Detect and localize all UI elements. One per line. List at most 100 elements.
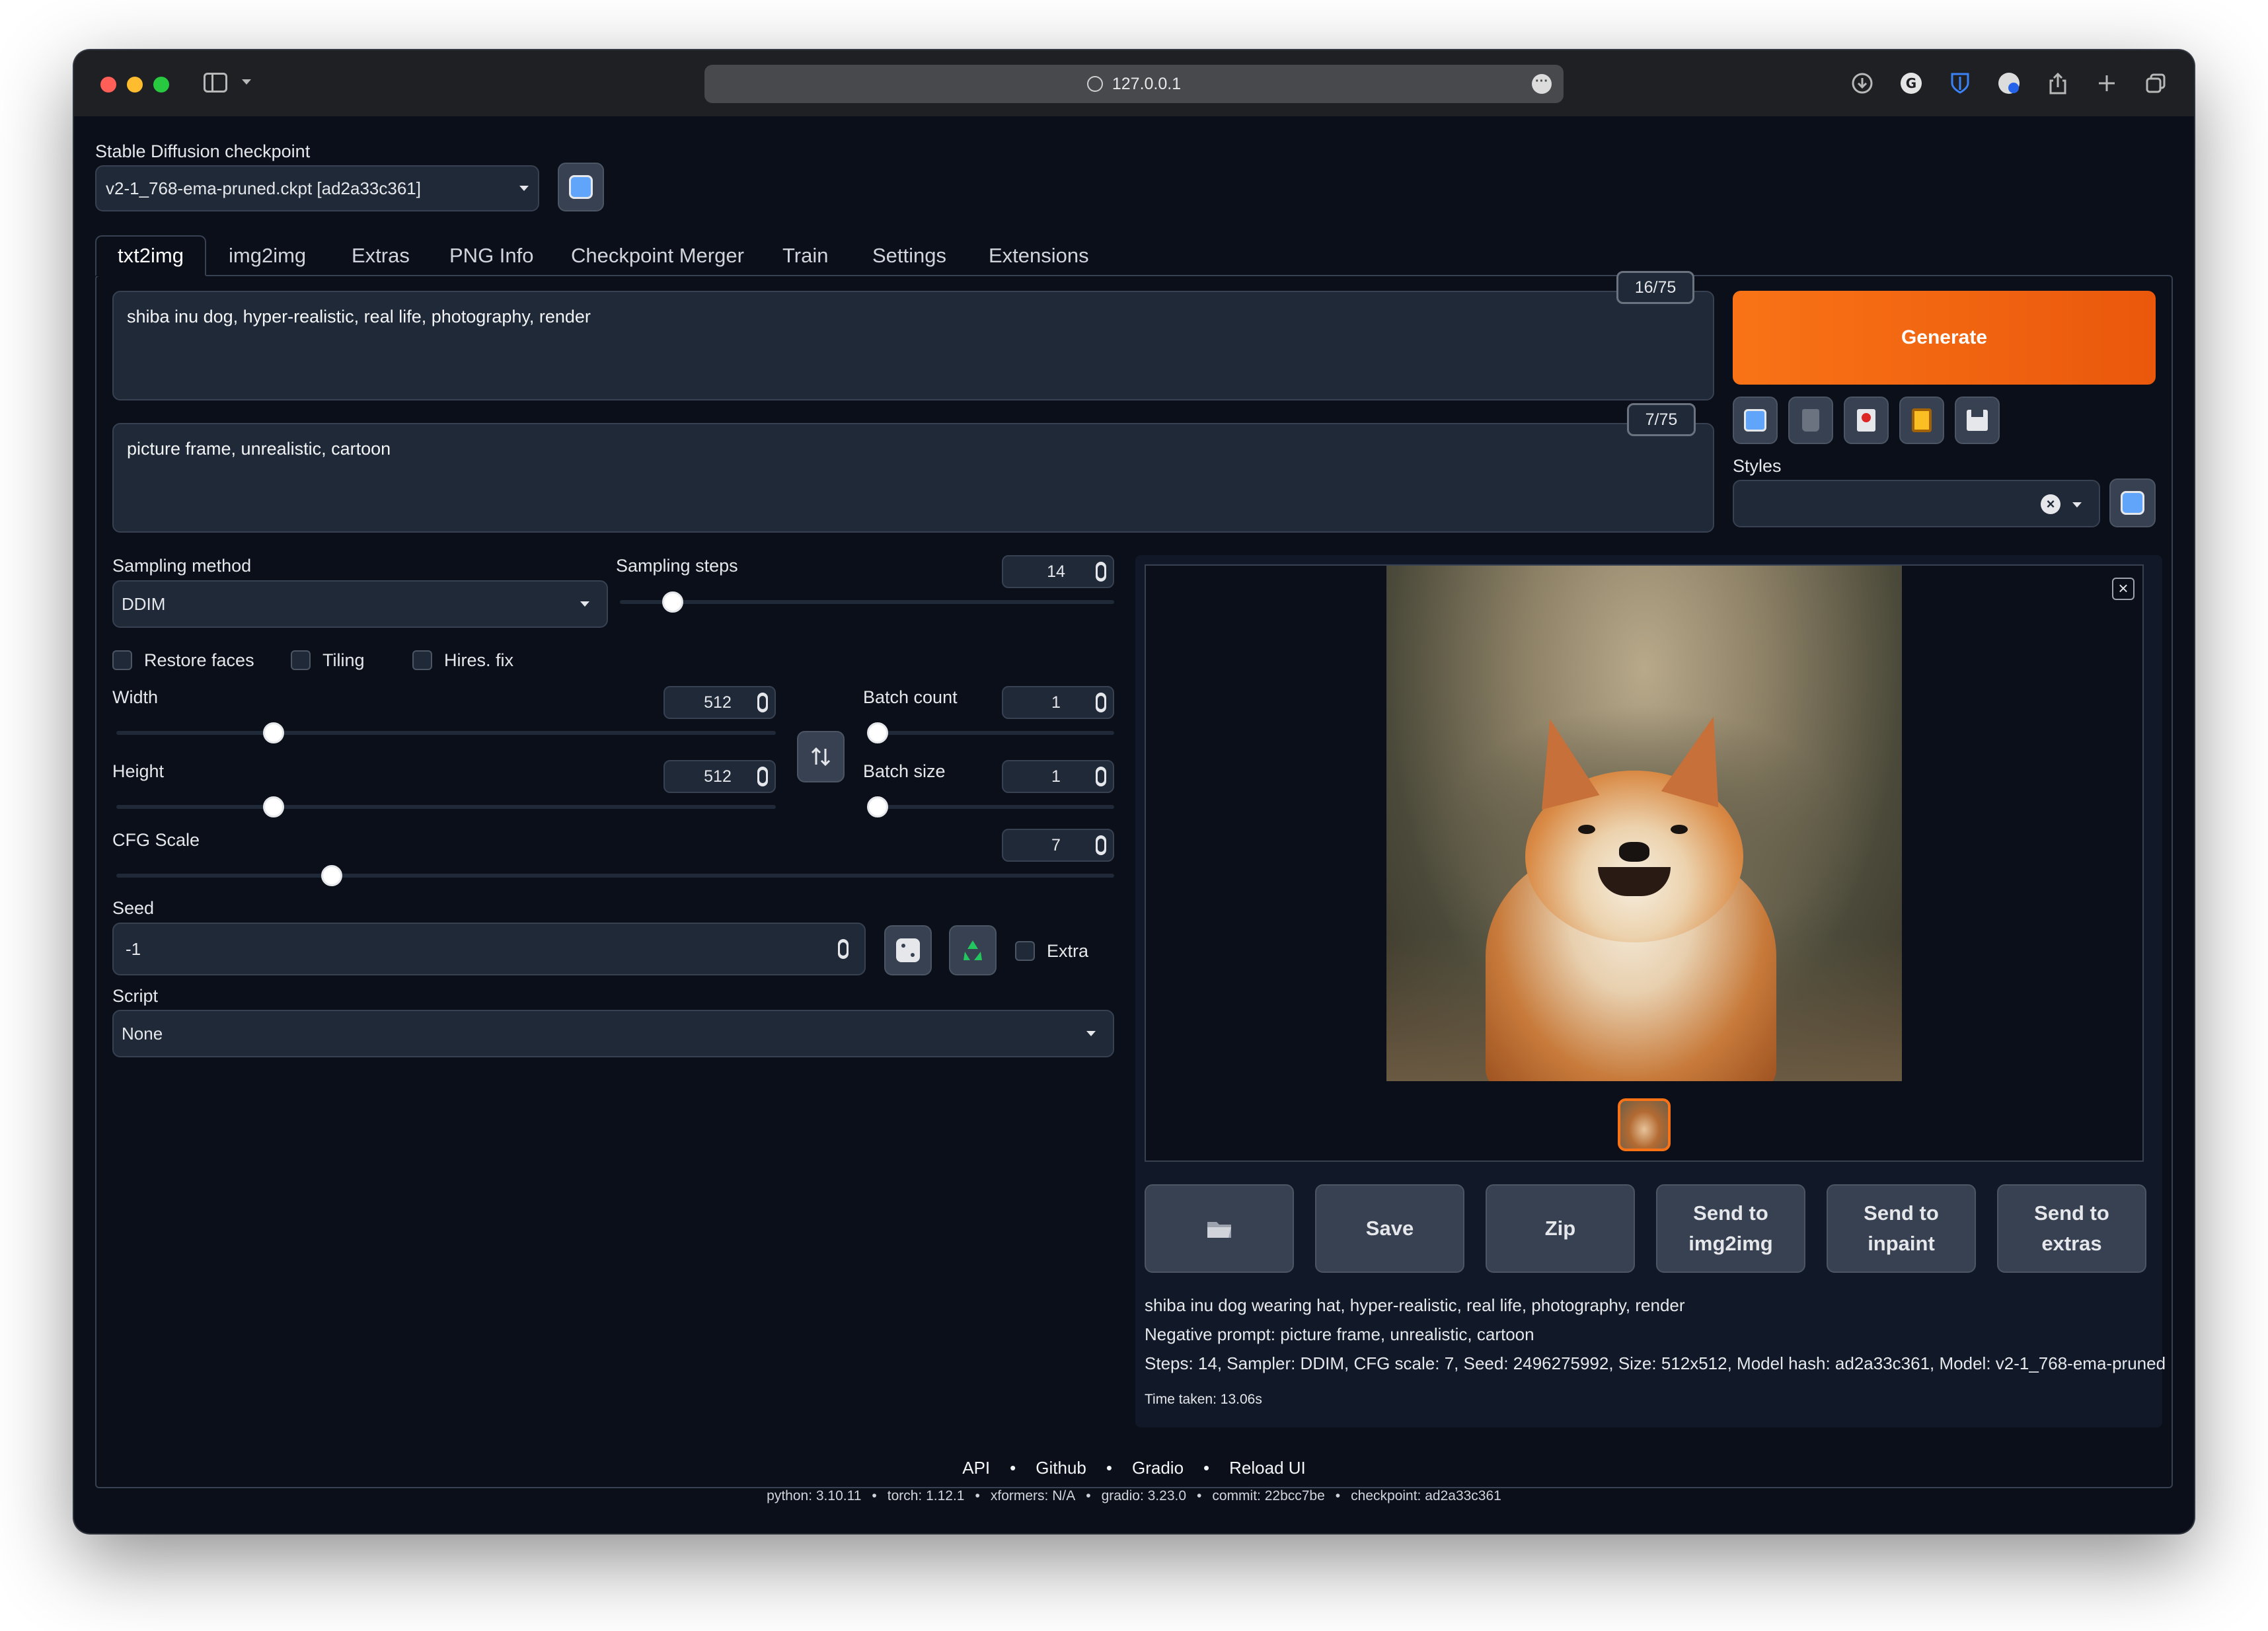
github-link[interactable]: Github xyxy=(1036,1458,1086,1478)
seed-input[interactable]: -1 xyxy=(112,923,866,975)
api-link[interactable]: API xyxy=(962,1458,990,1478)
read-params-button[interactable] xyxy=(1733,397,1778,444)
folder-icon xyxy=(1207,1222,1231,1238)
chevron-down-icon[interactable] xyxy=(242,79,251,85)
card-icon xyxy=(1857,409,1875,432)
height-label: Height xyxy=(112,761,165,781)
slider-thumb[interactable] xyxy=(867,796,888,817)
reuse-seed-button[interactable] xyxy=(949,925,997,975)
batch-count-slider[interactable] xyxy=(867,722,1114,743)
stepper-icon[interactable] xyxy=(757,767,768,786)
slider-thumb[interactable] xyxy=(867,722,888,743)
stepper-icon[interactable] xyxy=(1096,835,1106,855)
sampling-steps-input[interactable]: 14 xyxy=(1002,555,1114,588)
plus-icon[interactable] xyxy=(2094,70,2120,96)
save-style-button[interactable] xyxy=(1955,397,2000,444)
swap-dimensions-button[interactable] xyxy=(797,731,845,782)
chevron-down-icon xyxy=(580,601,589,607)
tab-png-info[interactable]: PNG Info xyxy=(449,235,534,276)
script-label: Script xyxy=(112,986,159,1006)
gallery: × xyxy=(1145,564,2144,1162)
open-folder-button[interactable] xyxy=(1145,1184,1294,1273)
refresh-checkpoint-button[interactable] xyxy=(558,163,604,211)
refresh-styles-button[interactable] xyxy=(2109,478,2156,527)
commit-hash: commit: 22bcc7be xyxy=(1212,1488,1325,1503)
arrow-icon xyxy=(1744,409,1766,432)
stepper-icon[interactable] xyxy=(1096,562,1106,582)
zip-button[interactable]: Zip xyxy=(1486,1184,1635,1273)
download-icon[interactable] xyxy=(1849,70,1875,96)
sidebar-icon[interactable] xyxy=(204,73,227,93)
info-time-taken: Time taken: 13.06s xyxy=(1145,1392,1262,1407)
tab-checkpoint-merger[interactable]: Checkpoint Merger xyxy=(571,235,744,276)
recycle-icon xyxy=(964,940,982,960)
restore-faces-checkbox[interactable] xyxy=(112,650,132,670)
width-label: Width xyxy=(112,687,159,707)
tab-txt2img[interactable]: txt2img xyxy=(95,235,206,276)
batch-size-value: 1 xyxy=(1051,767,1061,786)
generate-button[interactable]: Generate xyxy=(1733,291,2156,385)
generated-image[interactable] xyxy=(1386,566,1902,1081)
separator: • xyxy=(1203,1458,1210,1478)
clear-icon[interactable]: × xyxy=(2041,494,2060,514)
minimize-window-button[interactable] xyxy=(127,77,143,93)
batch-count-input[interactable]: 1 xyxy=(1002,686,1114,719)
close-icon[interactable]: × xyxy=(2112,578,2135,600)
grammarly-icon[interactable]: G xyxy=(1898,70,1924,96)
negative-prompt-token-counter: 7/75 xyxy=(1627,403,1696,436)
reload-ui-link[interactable]: Reload UI xyxy=(1229,1458,1306,1478)
gallery-thumbnail[interactable] xyxy=(1618,1098,1671,1151)
tiling-checkbox[interactable] xyxy=(291,650,311,670)
checkpoint-hash: checkpoint: ad2a33c361 xyxy=(1351,1488,1501,1503)
send-to-extras-button[interactable]: Send to extras xyxy=(1997,1184,2146,1273)
zoom-window-button[interactable] xyxy=(153,77,169,93)
width-input[interactable]: 512 xyxy=(663,686,776,719)
close-window-button[interactable] xyxy=(100,77,116,93)
tab-train[interactable]: Train xyxy=(782,235,828,276)
stepper-icon[interactable] xyxy=(838,939,849,959)
width-slider[interactable] xyxy=(116,722,776,743)
tab-settings[interactable]: Settings xyxy=(872,235,946,276)
stepper-icon[interactable] xyxy=(757,693,768,712)
checkpoint-select[interactable]: v2-1_768-ema-pruned.ckpt [ad2a33c361] xyxy=(95,165,539,211)
send-to-inpaint-button[interactable]: Send to inpaint xyxy=(1827,1184,1976,1273)
show-extra-networks-button[interactable] xyxy=(1844,397,1889,444)
batch-size-input[interactable]: 1 xyxy=(1002,760,1114,793)
slider-thumb[interactable] xyxy=(263,722,285,743)
batch-size-label: Batch size xyxy=(863,761,946,781)
stepper-icon[interactable] xyxy=(1096,767,1106,786)
save-button[interactable]: Save xyxy=(1315,1184,1464,1273)
height-input[interactable]: 512 xyxy=(663,760,776,793)
xformers-version: xformers: N/A xyxy=(990,1488,1076,1503)
more-icon[interactable]: ··· xyxy=(1532,74,1552,94)
hires-fix-checkbox[interactable] xyxy=(412,650,432,670)
extra-seed-checkbox[interactable] xyxy=(1015,941,1035,961)
batch-size-slider[interactable] xyxy=(867,796,1114,817)
bitwarden-icon[interactable] xyxy=(1947,70,1973,96)
tab-img2img[interactable]: img2img xyxy=(229,235,306,276)
stepper-icon[interactable] xyxy=(1096,693,1106,712)
address-bar[interactable]: 127.0.0.1 ··· xyxy=(704,65,1564,103)
sampling-steps-slider[interactable] xyxy=(620,591,1114,613)
extension-icon[interactable] xyxy=(1996,70,2022,96)
sampling-steps-value: 14 xyxy=(1047,562,1065,581)
gradio-link[interactable]: Gradio xyxy=(1132,1458,1184,1478)
tab-extras[interactable]: Extras xyxy=(352,235,410,276)
random-seed-button[interactable] xyxy=(884,925,932,975)
tab-extensions[interactable]: Extensions xyxy=(989,235,1089,276)
styles-select[interactable]: × xyxy=(1733,480,2100,527)
height-value: 512 xyxy=(704,767,732,786)
share-icon[interactable] xyxy=(2045,70,2071,96)
sampling-method-select[interactable]: DDIM xyxy=(112,580,608,628)
cfg-scale-input[interactable]: 7 xyxy=(1002,829,1114,862)
clear-prompt-button[interactable] xyxy=(1788,397,1833,444)
height-slider[interactable] xyxy=(116,796,776,817)
prompt-textarea[interactable]: shiba inu dog, hyper-realistic, real lif… xyxy=(112,291,1714,400)
tabs-icon[interactable] xyxy=(2142,70,2169,96)
send-to-img2img-button[interactable]: Send to img2img xyxy=(1656,1184,1805,1273)
apply-style-button[interactable] xyxy=(1899,397,1944,444)
negative-prompt-textarea[interactable]: picture frame, unrealistic, cartoon xyxy=(112,423,1714,533)
script-select[interactable]: None xyxy=(112,1010,1114,1057)
slider-thumb[interactable] xyxy=(263,796,285,817)
cfg-scale-slider[interactable] xyxy=(116,865,1114,886)
